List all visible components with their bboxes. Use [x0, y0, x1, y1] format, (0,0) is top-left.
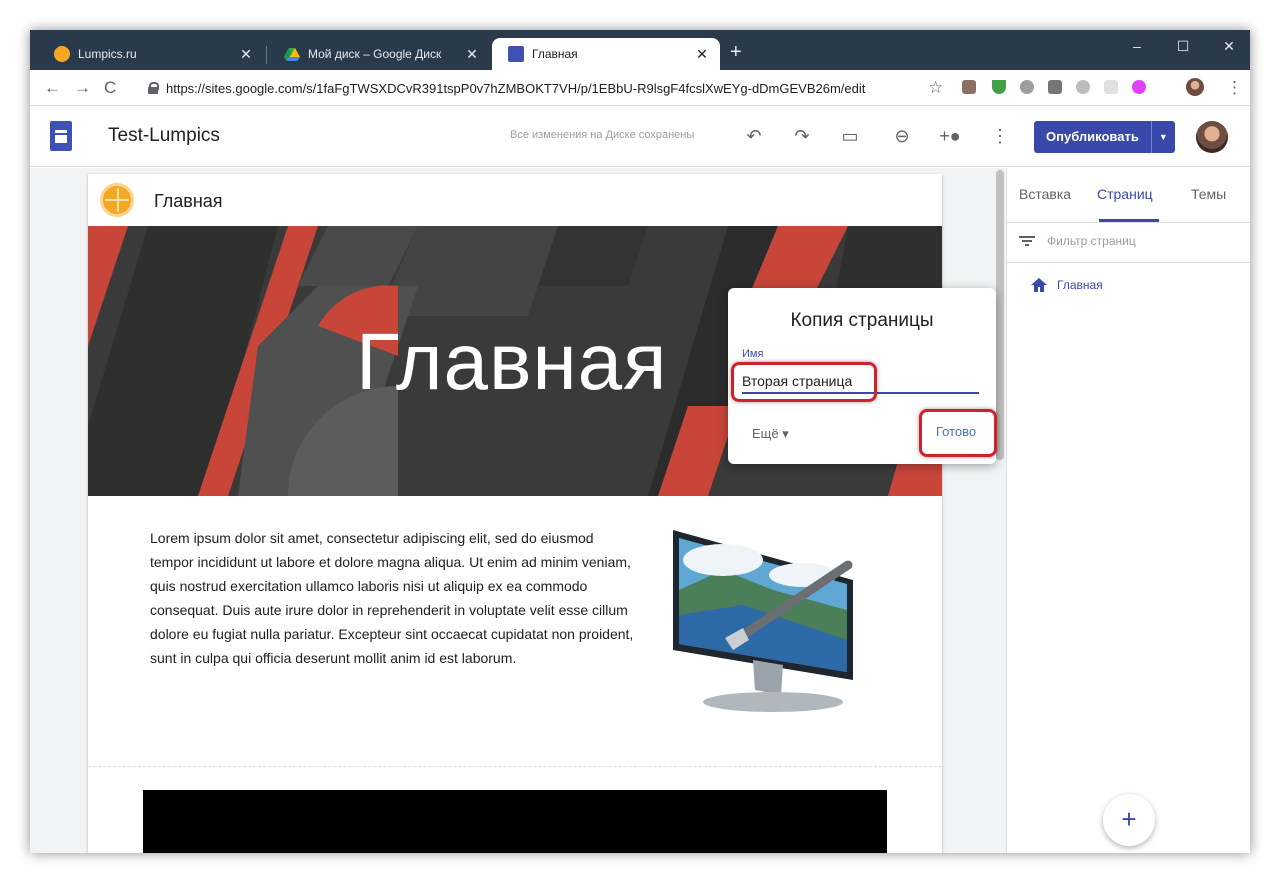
forward-arrow-icon[interactable]: → — [74, 78, 91, 98]
shield-outline-icon[interactable] — [1104, 80, 1118, 94]
tab-google-drive[interactable]: Мой диск – Google Диск ✕ — [268, 38, 490, 70]
more-options-button[interactable]: Ещё ▾ — [752, 426, 789, 442]
minimize-icon[interactable]: – — [1114, 34, 1160, 58]
account-avatar[interactable] — [1196, 121, 1228, 153]
tab-lumpics[interactable]: Lumpics.ru ✕ — [38, 38, 264, 70]
hero-title[interactable]: Главная — [356, 316, 668, 408]
tab-insert[interactable]: Вставка — [1019, 186, 1071, 202]
url-text: https://sites.google.com/s/1faFgTWSXDCvR… — [166, 80, 866, 96]
address-bar-row: ← → C https://sites.google.com/s/1faFgTW… — [30, 70, 1250, 106]
filter-icon — [1019, 235, 1035, 247]
close-icon[interactable]: ✕ — [238, 46, 254, 63]
reload-icon[interactable]: C — [104, 78, 116, 98]
extension-icon[interactable] — [1076, 80, 1090, 94]
site-title[interactable]: Test-Lumpics — [108, 125, 220, 147]
publish-button[interactable]: Опубликовать — [1034, 121, 1151, 153]
mail-extension-icon[interactable] — [1048, 80, 1062, 94]
name-field-label: Имя — [742, 348, 764, 360]
tab-separator — [266, 46, 267, 64]
browser-tab-bar: Lumpics.ru ✕ Мой диск – Google Диск ✕ Гл… — [30, 30, 1250, 70]
browser-window: Lumpics.ru ✕ Мой диск – Google Диск ✕ Гл… — [30, 30, 1250, 853]
extension-icon[interactable] — [962, 80, 976, 94]
monitor-illustration[interactable] — [663, 520, 863, 725]
dialog-title: Копия страницы — [790, 310, 934, 331]
filter-placeholder: Фильтр страниц — [1047, 234, 1136, 248]
undo-icon[interactable]: ↶ — [742, 125, 766, 147]
back-arrow-icon[interactable]: ← — [44, 78, 61, 98]
copy-page-dialog: Копия страницы Имя Ещё ▾ Готово — [728, 288, 996, 464]
home-icon — [1031, 278, 1047, 292]
more-vert-icon[interactable]: ⋮ — [988, 125, 1012, 147]
lumpics-orange-icon — [54, 46, 70, 62]
redo-icon[interactable]: ↷ — [790, 125, 814, 147]
google-drive-icon — [284, 46, 300, 62]
preview-devices-icon[interactable]: ▭ — [838, 125, 862, 147]
publish-dropdown-icon[interactable]: ▼ — [1150, 121, 1175, 153]
maximize-icon[interactable]: ☐ — [1160, 34, 1206, 58]
body-text-block[interactable]: Lorem ipsum dolor sit amet, consectetur … — [150, 526, 640, 670]
menu-dots-icon[interactable]: ⋮ — [1226, 78, 1243, 98]
right-side-panel: Вставка Страниц Темы Фильтр страниц Глав… — [1006, 168, 1250, 853]
close-window-icon[interactable]: ✕ — [1206, 34, 1250, 58]
add-page-fab[interactable]: + — [1103, 794, 1155, 846]
publish-button-group: Опубликовать ▼ — [1034, 121, 1175, 153]
tab-themes[interactable]: Темы — [1191, 186, 1226, 202]
bookmark-star-icon[interactable]: ☆ — [928, 78, 943, 98]
lock-icon — [148, 82, 159, 94]
url-field[interactable]: https://sites.google.com/s/1faFgTWSXDCvR… — [144, 75, 934, 101]
tab-pages[interactable]: Страниц — [1097, 186, 1153, 202]
panel-divider — [1007, 262, 1250, 263]
site-page: Главная Главная Lorem ipsum dolor sit am… — [88, 174, 942, 853]
page-header[interactable]: Главная — [88, 174, 942, 226]
sites-toolbar: Test-Lumpics Все изменения на Диске сохр… — [30, 107, 1250, 167]
puzzle-extension-icon[interactable] — [1132, 80, 1146, 94]
canvas-scroll-thumb[interactable] — [996, 170, 1004, 460]
google-sites-icon — [508, 46, 524, 62]
saved-status: Все изменения на Диске сохранены — [510, 129, 695, 141]
link-icon[interactable]: ⊖ — [890, 125, 914, 147]
tab-title: Мой диск – Google Диск — [308, 47, 442, 61]
close-icon[interactable]: ✕ — [694, 46, 710, 63]
globe-extension-icon[interactable] — [1020, 80, 1034, 94]
share-add-person-icon[interactable]: +● — [938, 125, 962, 147]
editor-canvas: Главная Главная Lorem ipsum dolor sit am… — [30, 168, 1006, 853]
profile-avatar[interactable] — [1186, 78, 1204, 96]
close-icon[interactable]: ✕ — [464, 46, 480, 63]
shield-extension-icon[interactable] — [992, 80, 1006, 94]
page-filter[interactable]: Фильтр страниц — [1019, 234, 1136, 248]
monitor-paintbrush-image — [673, 530, 853, 712]
done-button[interactable]: Готово — [936, 424, 976, 439]
tab-title: Lumpics.ru — [78, 47, 137, 61]
section-divider — [88, 766, 942, 767]
page-name-input[interactable] — [742, 370, 979, 394]
google-sites-logo[interactable] — [50, 121, 72, 151]
page-list-item-home[interactable]: Главная — [1031, 278, 1103, 292]
tab-title: Главная — [532, 47, 578, 61]
site-header-name[interactable]: Главная — [154, 191, 223, 212]
new-tab-icon[interactable]: + — [730, 42, 742, 62]
site-logo-orange[interactable] — [100, 183, 134, 217]
page-list-item-label: Главная — [1057, 278, 1103, 292]
tab-sites-home[interactable]: Главная ✕ — [492, 38, 720, 70]
embedded-video-block[interactable] — [143, 790, 887, 853]
panel-divider — [1007, 222, 1250, 223]
